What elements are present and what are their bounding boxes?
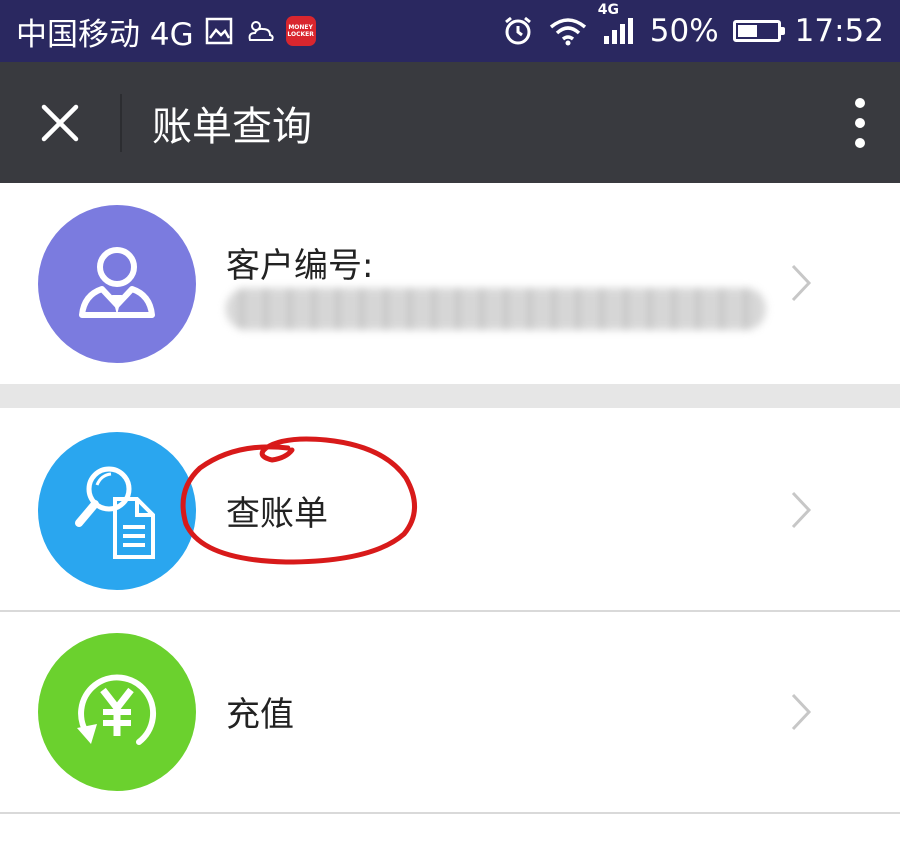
customer-number-label: 客户编号: (226, 246, 374, 286)
money-locker-icon: MONEY LOCKER (285, 16, 316, 46)
status-bar: 中国移动 4G MONEY LOCKER 4G 50% 17:52 (0, 0, 900, 62)
close-button[interactable] (0, 62, 120, 183)
signal-icon: 4G (598, 2, 636, 46)
search-bill-icon (75, 466, 155, 559)
chevron-right-icon (790, 490, 812, 534)
customer-avatar (38, 205, 196, 363)
title-bar: 账单查询 (0, 62, 900, 183)
carrier-label: 中国移动 4G (16, 16, 194, 53)
weather-icon (244, 16, 276, 46)
customer-info-row[interactable]: 客户编号: (0, 183, 900, 384)
menu-item-recharge[interactable]: 充值 (0, 612, 900, 812)
chevron-right-icon (790, 692, 812, 736)
chevron-right-icon (790, 263, 812, 307)
clock: 17:52 (794, 13, 884, 49)
yuan-recharge-icon (77, 674, 157, 745)
menu-item-label: 查账单 (226, 494, 328, 534)
alarm-icon (502, 15, 534, 47)
yuan-recharge-icon-circle (38, 633, 196, 791)
title-divider (120, 93, 122, 152)
search-bill-icon-circle (38, 432, 196, 590)
row-divider (0, 812, 900, 814)
more-vertical-icon (855, 97, 865, 148)
user-icon (79, 247, 155, 318)
customer-number-blurred (226, 288, 766, 330)
battery-level-fill (737, 25, 757, 37)
battery-icon (732, 20, 785, 42)
menu-item-label: 充值 (226, 695, 294, 735)
page-title: 账单查询 (152, 103, 312, 150)
network-type-badge: 4G (597, 2, 619, 18)
section-gap (0, 384, 900, 408)
battery-percent: 50% (649, 13, 719, 49)
gallery-icon (204, 16, 234, 46)
menu-item-check-bill[interactable]: 查账单 (0, 408, 900, 611)
wifi-icon (548, 16, 588, 46)
close-icon (41, 104, 79, 141)
more-options-button[interactable] (820, 62, 900, 183)
